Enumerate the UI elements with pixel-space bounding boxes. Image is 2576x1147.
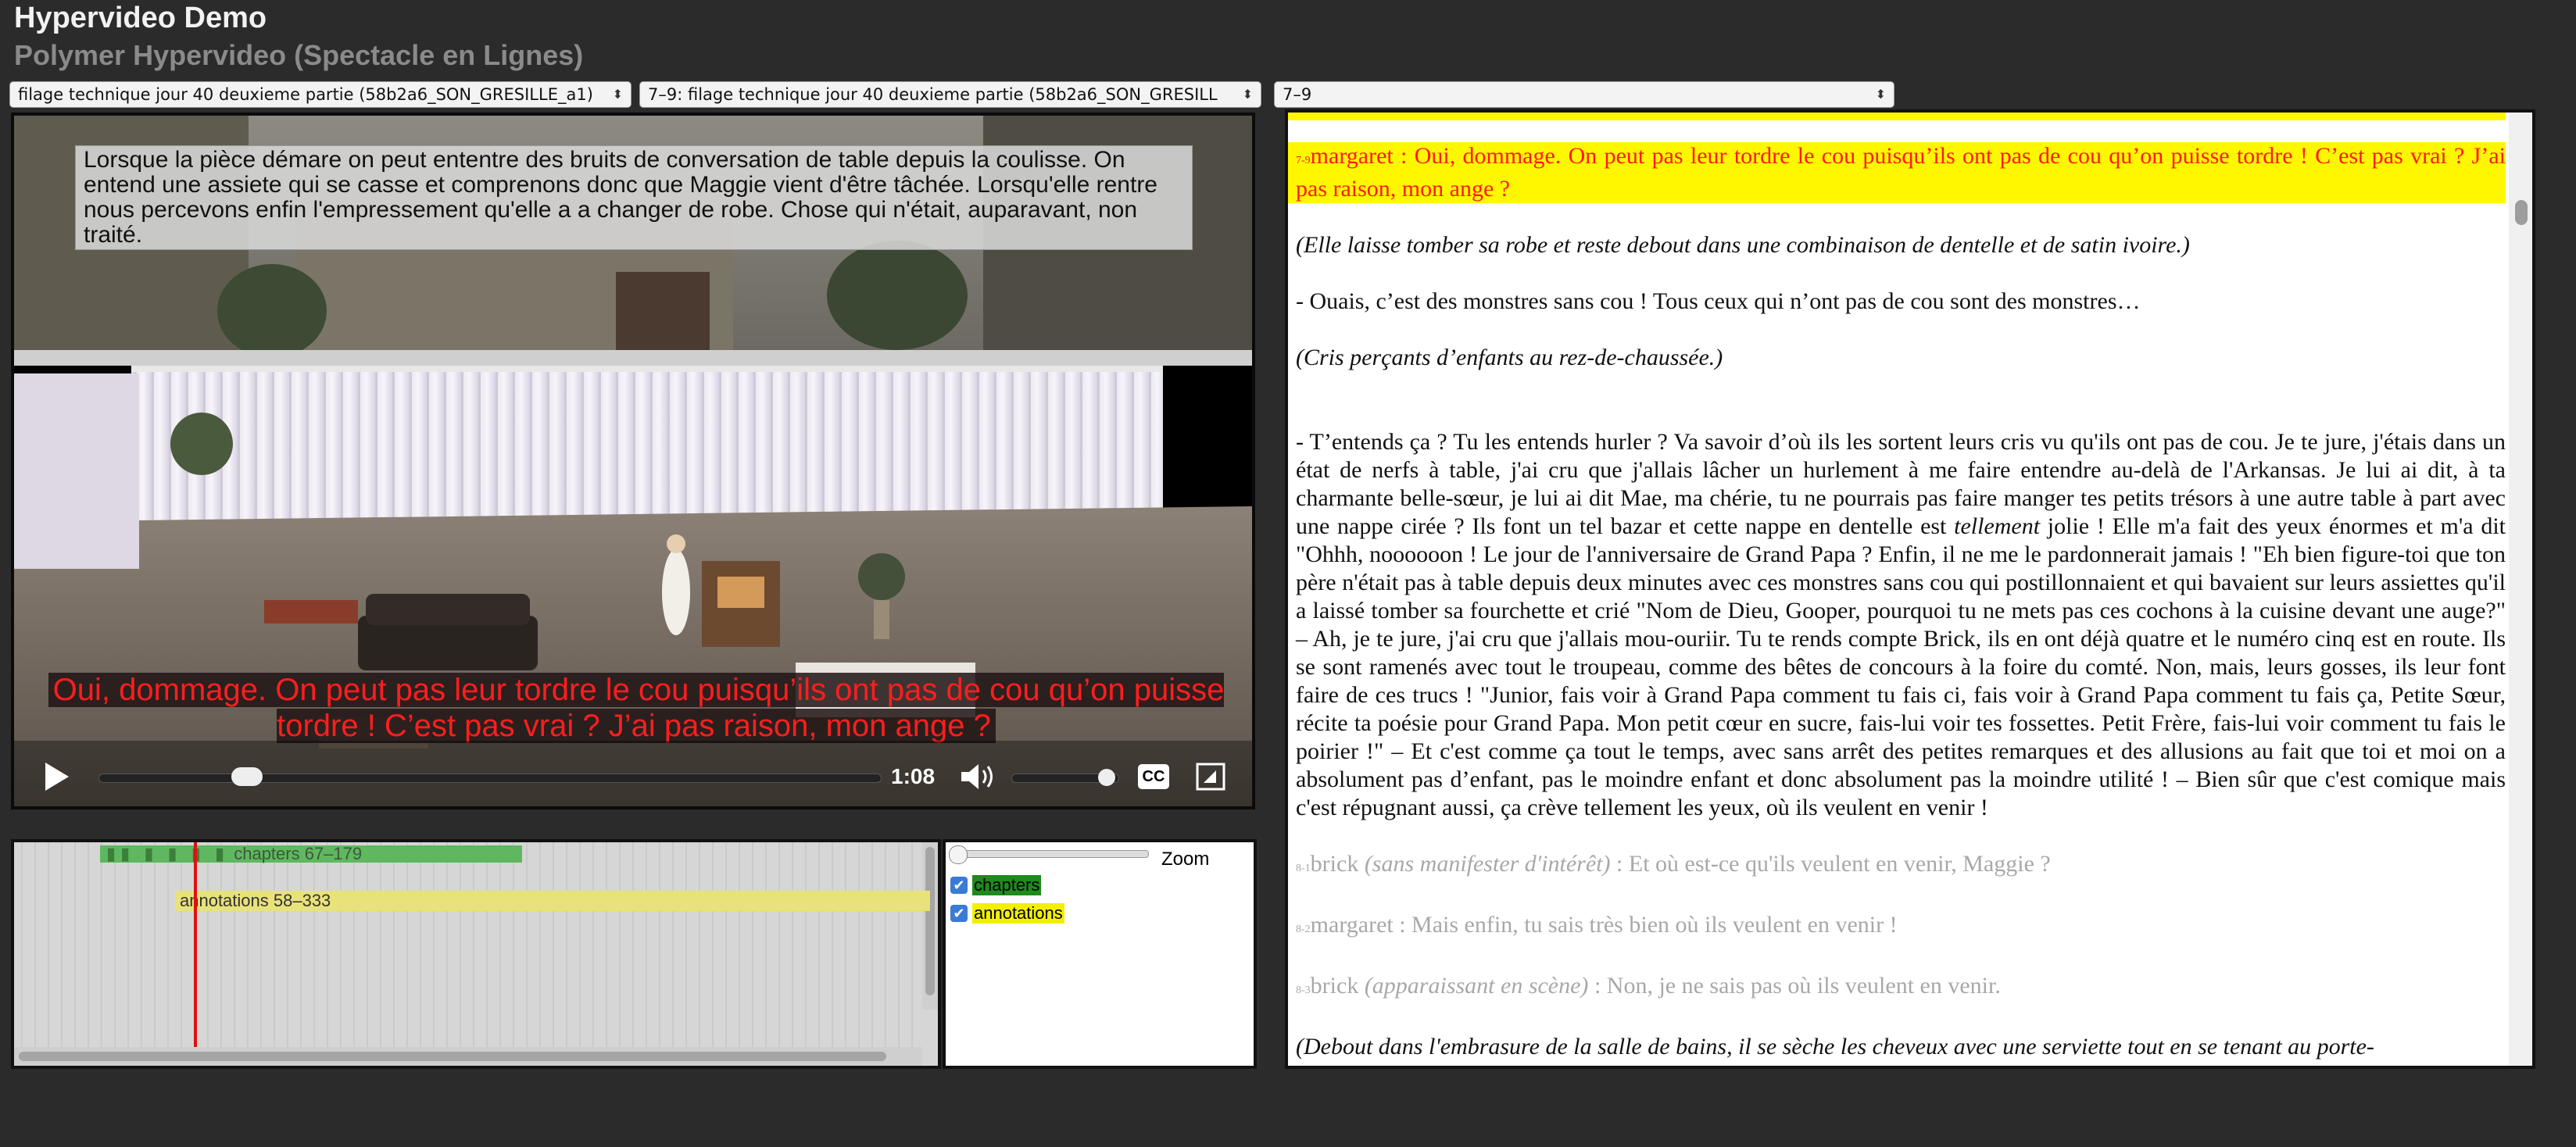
app-subtitle: Polymer Hypervideo (Spectacle en Lignes) bbox=[14, 39, 584, 71]
chapter-markers: ▮▮ ▮ ▮ ▮ ▮ bbox=[106, 844, 230, 863]
stage-direction: (Elle laisse tomber sa robe et reste deb… bbox=[1296, 232, 2190, 258]
chapters-toggle-label: chapters bbox=[972, 875, 1042, 895]
checkbox-checked-icon[interactable]: ✔ bbox=[950, 905, 968, 922]
zoom-knob[interactable] bbox=[949, 845, 968, 864]
zoom-slider[interactable] bbox=[952, 850, 1149, 858]
annotations-toggle-label: annotations bbox=[972, 903, 1064, 924]
timeline[interactable]: ▮▮ ▮ ▮ ▮ ▮ chapters 67–179 annotations 5… bbox=[11, 839, 941, 1069]
chapter-source-value: 7–9: filage technique jour 40 deuxieme p… bbox=[648, 85, 1218, 104]
stage-direction: (Debout dans l'embrasure de la salle de … bbox=[1296, 1034, 2374, 1059]
progress-knob[interactable] bbox=[231, 767, 263, 786]
volume-icon[interactable] bbox=[960, 763, 997, 791]
app-title: Hypervideo Demo bbox=[14, 2, 267, 34]
video-controls: 1:08 CC bbox=[14, 741, 1252, 806]
timeline-playhead[interactable] bbox=[194, 842, 198, 1047]
select-arrows-icon: ⬍ bbox=[1875, 87, 1886, 102]
transcript-scroll-thumb[interactable] bbox=[2515, 200, 2528, 225]
line-index: 7-9 bbox=[1296, 155, 1311, 166]
transcript-scrollbar[interactable] bbox=[2509, 113, 2532, 1066]
time-display: 1:08 bbox=[891, 764, 936, 788]
chapters-toggle[interactable]: ✔ chapters bbox=[950, 875, 1042, 895]
line-text: margaret : Oui, dommage. On peut pas leu… bbox=[1296, 143, 2506, 202]
timeline-options: Zoom ✔ chapters ✔ annotations bbox=[943, 839, 1257, 1069]
checkbox-checked-icon[interactable]: ✔ bbox=[950, 877, 968, 894]
transcript-content: 7-9margaret : Oui, dommage. On peut pas … bbox=[1288, 113, 2506, 1066]
line-index: 8-3 bbox=[1296, 984, 1311, 996]
zoom-label: Zoom bbox=[1161, 849, 1210, 870]
transcript-panel[interactable]: 7-9margaret : Oui, dommage. On peut pas … bbox=[1285, 109, 2535, 1069]
chapters-track-label: chapters 67–179 bbox=[234, 844, 363, 863]
transcript-line: - Ouais, c’est des monstres sans cou ! T… bbox=[1296, 288, 2141, 314]
annotations-toggle[interactable]: ✔ annotations bbox=[950, 903, 1064, 924]
progress-bar[interactable] bbox=[98, 774, 882, 783]
volume-knob[interactable] bbox=[1098, 769, 1116, 786]
chapters-track[interactable]: ▮▮ ▮ ▮ ▮ ▮ chapters 67–179 bbox=[100, 845, 522, 863]
fullscreen-icon[interactable] bbox=[1196, 763, 1225, 791]
video-source-select[interactable]: filage technique jour 40 deuxieme partie… bbox=[9, 81, 631, 108]
transcript-line[interactable]: 8-1brick (sans manifester d'intérêt) : E… bbox=[1296, 850, 2506, 883]
select-arrows-icon: ⬍ bbox=[612, 87, 623, 102]
timeline-grid bbox=[14, 842, 938, 1066]
video-player[interactable]: Lorsque la pièce démare on peut ententre… bbox=[11, 113, 1255, 809]
transcript-line: - T’entends ça ? Tu les entends hurler ?… bbox=[1296, 429, 2506, 820]
video-subtitle: Oui, dommage. On peut pas leur tordre le… bbox=[30, 672, 1243, 744]
annotations-track-label: annotations 58–333 bbox=[180, 891, 331, 910]
transcript-line[interactable]: 8-3brick (apparaissant en scène) : Non, … bbox=[1296, 972, 2506, 1005]
line-index: 8-2 bbox=[1296, 924, 1311, 935]
previous-line-highlight bbox=[1288, 113, 2506, 120]
annotations-track[interactable]: annotations 58–333 bbox=[175, 891, 930, 911]
annotation-overlay: Lorsque la pièce démare on peut ententre… bbox=[75, 145, 1193, 250]
select-arrows-icon: ⬍ bbox=[1242, 87, 1253, 102]
transcript-line[interactable]: 8-2margaret : Mais enfin, tu sais très b… bbox=[1296, 911, 2506, 944]
play-icon[interactable] bbox=[42, 761, 70, 792]
chapter-select[interactable]: 7–9 ⬍ bbox=[1274, 81, 1894, 108]
line-index: 8-1 bbox=[1296, 863, 1311, 874]
transcript-active-line[interactable]: 7-9margaret : Oui, dommage. On peut pas … bbox=[1288, 142, 2506, 203]
cc-button[interactable]: CC bbox=[1138, 764, 1169, 789]
stage-direction: (Cris perçants d’enfants au rez-de-chaus… bbox=[1296, 345, 1723, 370]
subtitle-text: Oui, dommage. On peut pas leur tordre le… bbox=[48, 673, 1225, 743]
video-source-value: filage technique jour 40 deuxieme partie… bbox=[18, 85, 593, 104]
chapter-source-select[interactable]: 7–9: filage technique jour 40 deuxieme p… bbox=[639, 81, 1261, 108]
chapter-value: 7–9 bbox=[1283, 85, 1312, 104]
